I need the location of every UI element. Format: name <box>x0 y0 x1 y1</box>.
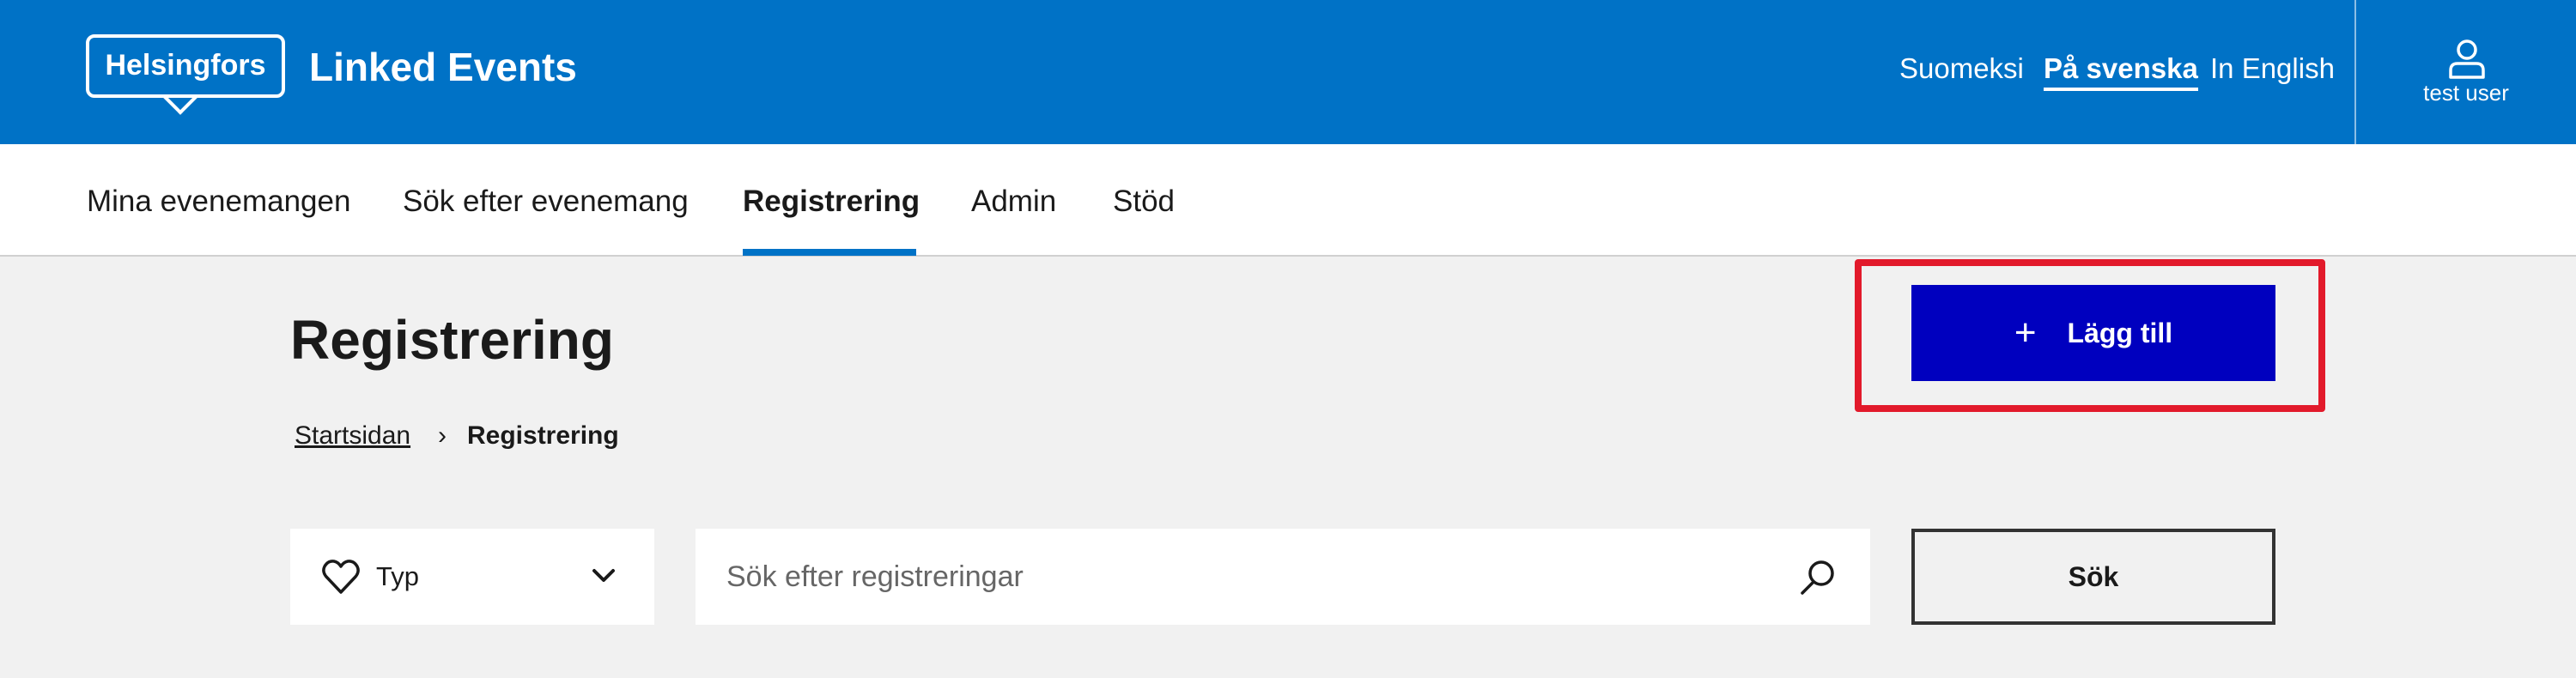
language-finnish[interactable]: Suomeksi <box>1899 50 2024 88</box>
app-title[interactable]: Linked Events <box>309 41 577 93</box>
search-input[interactable] <box>726 551 1757 602</box>
page-title: Registrering <box>290 309 614 371</box>
heart-icon <box>322 560 360 594</box>
user-icon <box>2449 39 2485 79</box>
nav-item-support[interactable]: Stöd <box>1113 182 1175 221</box>
nav-item-registration[interactable]: Registrering <box>743 182 920 221</box>
nav-item-admin[interactable]: Admin <box>971 182 1056 221</box>
plus-icon: + <box>2014 312 2037 354</box>
search-field <box>696 529 1870 625</box>
search-button[interactable]: Sök <box>1911 529 2275 625</box>
language-swedish[interactable]: På svenska <box>2044 50 2198 91</box>
user-menu-button[interactable]: test user <box>2356 0 2576 144</box>
user-name-label: test user <box>2423 80 2509 106</box>
helsinki-logo[interactable]: Helsingfors <box>86 34 285 115</box>
nav-active-indicator <box>743 249 916 256</box>
type-filter-label: Typ <box>376 561 419 591</box>
logo-text: Helsingfors <box>105 49 266 82</box>
nav-item-my-events[interactable]: Mina evenemangen <box>87 182 350 221</box>
top-header: Helsingfors Linked Events Suomeksi På sv… <box>0 0 2576 144</box>
language-english[interactable]: In English <box>2210 50 2335 88</box>
breadcrumb-separator: › <box>438 421 447 450</box>
chevron-down-icon <box>592 569 615 582</box>
search-icon[interactable] <box>1798 558 1838 597</box>
add-button-label: Lägg till <box>2067 317 2173 348</box>
breadcrumb-current: Registrering <box>467 421 619 450</box>
main-navigation: Mina evenemangen Sök efter evenemang Reg… <box>0 144 2576 257</box>
type-filter-dropdown[interactable]: Typ <box>290 529 654 625</box>
breadcrumb-home-link[interactable]: Startsidan <box>295 419 410 453</box>
add-registration-button[interactable]: + Lägg till <box>1911 285 2275 381</box>
nav-item-search-events[interactable]: Sök efter evenemang <box>403 182 689 221</box>
